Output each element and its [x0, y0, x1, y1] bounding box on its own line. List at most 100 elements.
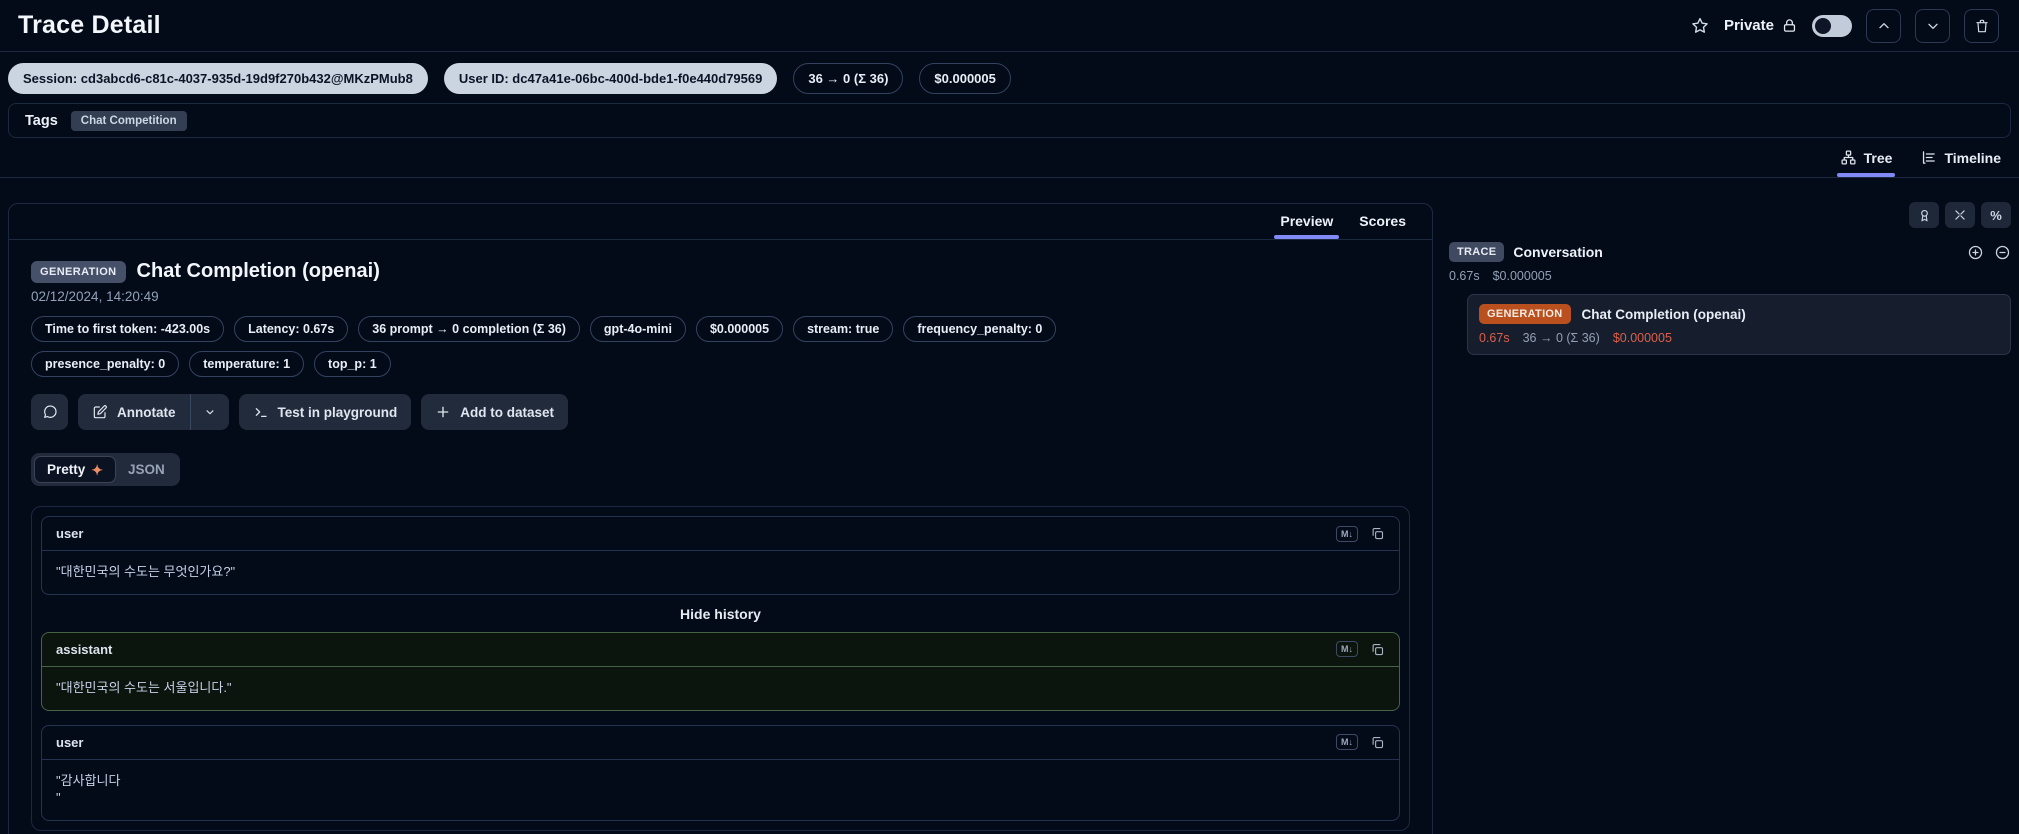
trace-root-row[interactable]: TRACE Conversation — [1449, 242, 2011, 262]
tree-node-generation[interactable]: GENERATION Chat Completion (openai) 0.67… — [1467, 294, 2011, 355]
collapse-icon — [1953, 208, 1967, 222]
star-icon — [1690, 16, 1710, 36]
comment-button[interactable] — [31, 394, 68, 430]
node-title: Chat Completion (openai) — [1581, 306, 1746, 322]
tab-timeline-label: Timeline — [1944, 149, 2001, 166]
session-badge[interactable]: Session: cd3abcd6-c81c-4037-935d-19d9f27… — [8, 62, 428, 94]
percent-icon: % — [1990, 207, 2002, 223]
copy-icon[interactable] — [1370, 735, 1385, 750]
message-role: user — [56, 526, 84, 541]
tree-icon — [1840, 149, 1857, 166]
annotate-button[interactable]: Annotate — [78, 394, 190, 430]
collapse-all-icon[interactable] — [1994, 244, 2011, 261]
main-content: Preview Scores GENERATION Chat Completio… — [0, 178, 2019, 834]
markdown-toggle-icon[interactable]: M↓ — [1336, 641, 1358, 658]
observation-title: Chat Completion (openai) — [136, 260, 380, 282]
metrics-toggle-button[interactable]: % — [1981, 202, 2011, 228]
annotate-dropdown-button[interactable] — [191, 394, 229, 430]
message-tools: M↓ — [1336, 525, 1385, 542]
message-role: assistant — [56, 641, 113, 657]
copy-icon[interactable] — [1370, 526, 1385, 541]
bookmark-star-button[interactable] — [1690, 16, 1710, 36]
message-user-1: user M↓ "대한민국의 수도는 무엇인가요?" — [41, 516, 1400, 595]
trace-cost: $0.000005 — [1492, 269, 1552, 283]
pretty-label: Pretty — [47, 462, 86, 477]
chevron-down-icon — [203, 405, 217, 419]
delete-trace-button[interactable] — [1964, 8, 1999, 43]
tag-chip-chat-competition[interactable]: Chat Competition — [70, 110, 187, 131]
message-user-2: user M↓ "감사합니다 " — [41, 724, 1400, 821]
test-in-playground-button[interactable]: Test in playground — [238, 394, 412, 430]
trace-metrics: 0.67s $0.000005 — [1449, 269, 2011, 283]
page-title: Trace Detail — [18, 11, 161, 39]
previous-trace-button[interactable] — [1866, 8, 1901, 43]
collapse-all-button[interactable] — [1945, 202, 1975, 228]
node-metrics: 0.67s 36 → 0 (Σ 36) $0.000005 — [1479, 331, 1999, 345]
markdown-toggle-icon[interactable]: M↓ — [1336, 734, 1358, 751]
observation-tabs: Preview Scores — [9, 204, 1432, 240]
generation-type-badge: GENERATION — [1479, 304, 1571, 324]
next-trace-button[interactable] — [1915, 8, 1950, 43]
add-to-dataset-label: Add to dataset — [460, 404, 555, 420]
scores-toggle-button[interactable] — [1909, 202, 1939, 228]
message-content: "감사합니다 " — [56, 772, 121, 805]
generation-type-badge: GENERATION — [31, 260, 126, 283]
terminal-icon — [253, 404, 269, 420]
trace-tree-sidebar: % TRACE Conversation 0.67s $0.000005 GEN… — [1449, 202, 2011, 355]
public-sharing-toggle[interactable] — [1812, 14, 1852, 37]
trace-latency: 0.67s — [1449, 269, 1480, 283]
tab-preview[interactable]: Preview — [1274, 213, 1340, 239]
observation-timestamp: 02/12/2024, 14:20:49 — [31, 289, 159, 304]
view-mode-tabs: Tree Timeline — [0, 138, 2019, 178]
lock-icon — [1781, 17, 1798, 34]
pill-cost: $0.000005 — [695, 316, 784, 342]
observation-meta-pills: Time to first token: -423.00s Latency: 0… — [31, 316, 1211, 377]
pill-frequency-penalty: frequency_penalty: 0 — [903, 316, 1057, 342]
message-tools: M↓ — [1336, 641, 1385, 658]
tab-scores[interactable]: Scores — [1359, 213, 1406, 239]
observation-body: GENERATION Chat Completion (openai) 02/1… — [9, 240, 1432, 834]
pill-latency: Latency: 0.67s — [234, 316, 349, 342]
user-id-badge[interactable]: User ID: dc47a41e-06bc-400d-bde1-f0e440d… — [443, 62, 778, 94]
pill-time-to-first-token: Time to first token: -423.00s — [31, 316, 225, 342]
hide-history-button[interactable]: Hide history — [41, 606, 1400, 622]
tags-label: Tags — [25, 112, 58, 129]
message-content: "대한민국의 수도는 서울입니다." — [56, 679, 232, 695]
pill-presence-penalty: presence_penalty: 0 — [31, 351, 180, 377]
tab-scores-label: Scores — [1359, 213, 1406, 229]
message-header: user M↓ — [42, 726, 1399, 760]
tab-tree-label: Tree — [1863, 149, 1893, 166]
active-tab-indicator — [1274, 235, 1340, 239]
pill-temperature: temperature: 1 — [189, 351, 305, 377]
markdown-toggle-icon[interactable]: M↓ — [1336, 525, 1358, 542]
pill-token-usage: 36 prompt → 0 completion (Σ 36) — [358, 316, 580, 342]
edit-pen-icon — [92, 404, 108, 420]
message-tools: M↓ — [1336, 734, 1385, 751]
add-to-dataset-button[interactable]: Add to dataset — [421, 394, 569, 430]
message-header: assistant M↓ — [42, 633, 1399, 667]
node-cost: $0.000005 — [1612, 331, 1672, 345]
format-json-segment[interactable]: JSON — [116, 456, 177, 483]
observation-card: Preview Scores GENERATION Chat Completio… — [8, 203, 1433, 834]
format-pretty-segment[interactable]: Pretty ✦ — [34, 456, 116, 483]
message-content: "대한민국의 수도는 무엇인가요?" — [56, 564, 236, 579]
copy-icon[interactable] — [1370, 642, 1385, 657]
tab-tree[interactable]: Tree — [1836, 138, 1896, 177]
privacy-label: Private — [1723, 17, 1774, 34]
message-header: user M↓ — [42, 517, 1399, 551]
pill-stream: stream: true — [793, 316, 894, 342]
toggle-knob — [1815, 17, 1831, 34]
format-toggle: Pretty ✦ JSON — [31, 453, 180, 486]
trace-type-badge: TRACE — [1449, 242, 1505, 262]
message-role: user — [56, 734, 84, 750]
pill-model: gpt-4o-mini — [589, 316, 686, 342]
node-header: GENERATION Chat Completion (openai) — [1479, 304, 1999, 324]
observation-actions: Annotate Test in playground Add to datas… — [31, 394, 1410, 430]
expand-all-icon[interactable] — [1967, 244, 1984, 261]
node-latency: 0.67s — [1479, 331, 1510, 345]
privacy-status: Private — [1724, 17, 1798, 34]
trace-badges-row: Session: cd3abcd6-c81c-4037-935d-19d9f27… — [0, 61, 2019, 95]
tab-timeline[interactable]: Timeline — [1920, 138, 2001, 177]
observation-header: GENERATION Chat Completion (openai) — [31, 260, 1410, 283]
